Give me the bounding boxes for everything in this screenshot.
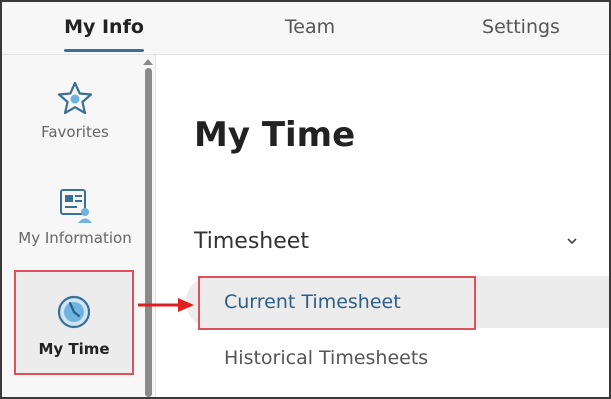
clock-icon	[57, 295, 91, 329]
chevron-down-icon[interactable]	[567, 236, 577, 246]
sidebar-item-my-information[interactable]: My Information	[2, 185, 148, 261]
tab-team[interactable]: Team	[260, 2, 360, 54]
id-card-icon	[60, 189, 92, 223]
sidebar-item-favorites[interactable]: Favorites	[2, 79, 148, 159]
annotation-arrow-icon	[138, 298, 194, 312]
top-tab-bar: My Info Team Settings	[2, 2, 609, 55]
historical-timesheets-link[interactable]: Historical Timesheets	[224, 347, 428, 369]
active-tab-indicator	[64, 49, 144, 52]
tab-my-info[interactable]: My Info	[54, 2, 154, 54]
star-icon	[57, 81, 93, 115]
scroll-up-arrow-icon[interactable]	[143, 59, 153, 65]
sidebar-item-label: My Time	[38, 340, 110, 358]
section-header-timesheet[interactable]: Timesheet	[194, 229, 309, 254]
sidebar: Favorites My Information My Time	[2, 55, 148, 397]
sidebar-item-label: My Information	[18, 229, 132, 247]
sidebar-scrollbar[interactable]	[145, 68, 152, 397]
sidebar-item-label: Favorites	[41, 123, 109, 141]
current-timesheet-link[interactable]: Current Timesheet	[224, 291, 401, 313]
sidebar-item-my-time[interactable]: My Time	[14, 270, 134, 375]
tab-settings[interactable]: Settings	[466, 2, 576, 54]
main-panel: My Time Timesheet Current Timesheet Hist…	[156, 55, 609, 397]
page-title: My Time	[194, 115, 356, 155]
app-frame: My Info Team Settings Favorites My Infor	[0, 0, 611, 399]
